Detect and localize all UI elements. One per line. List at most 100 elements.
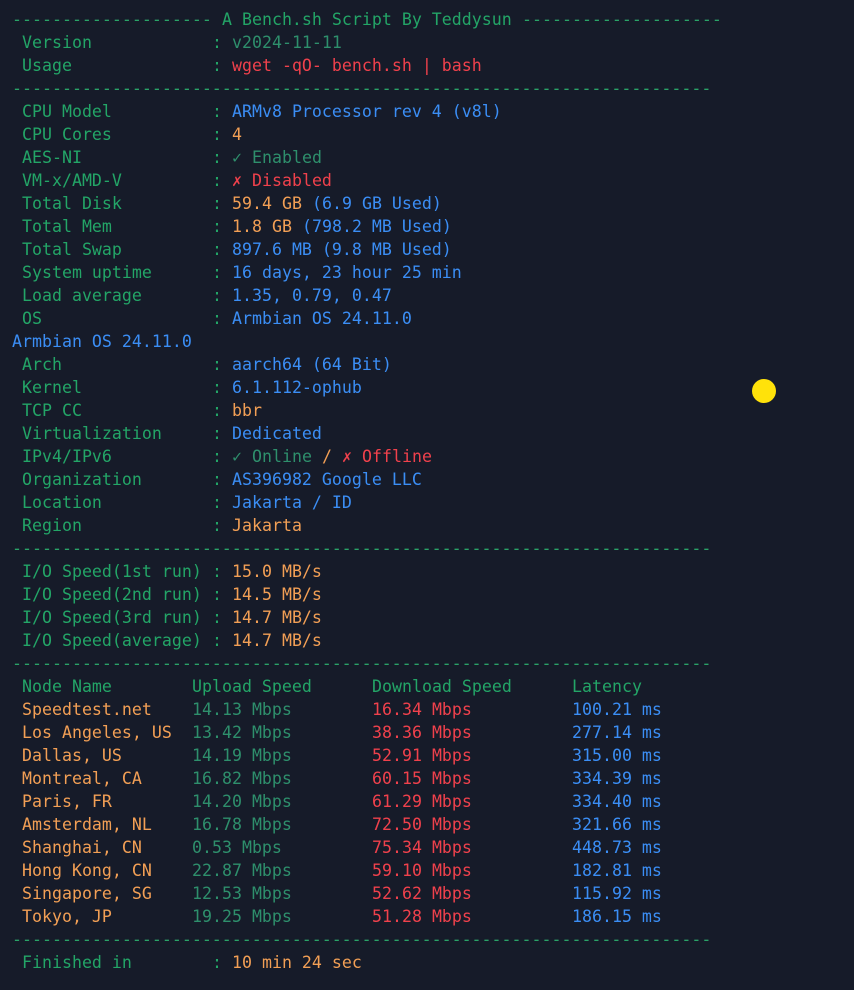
latency: 321.66 ms	[572, 815, 662, 834]
sys-row-kernel: Kernel : 6.1.112-ophub	[0, 376, 854, 399]
node-name: Shanghai, CN	[22, 838, 142, 857]
latency: 277.14 ms	[572, 723, 662, 742]
sys-row-mem: Total Mem : 1.8 GB (798.2 MB Used)	[0, 215, 854, 238]
divider-dashes: ----------------------------------------…	[12, 79, 712, 98]
kernel-label: Kernel	[22, 378, 82, 397]
upload-speed: 13.42 Mbps	[192, 723, 292, 742]
sys-row-org: Organization : AS396982 Google LLC	[0, 468, 854, 491]
io-run2-label: I/O Speed(2nd run)	[22, 585, 202, 604]
check-icon: ✓	[232, 447, 242, 466]
download-speed: 61.29 Mbps	[372, 792, 472, 811]
colon: :	[212, 263, 222, 282]
colon: :	[212, 493, 222, 512]
load-value: 1.35, 0.79, 0.47	[232, 286, 392, 305]
disk-used: (6.9 GB Used)	[312, 194, 442, 213]
virt-label: Virtualization	[22, 424, 162, 443]
node-name: Paris, FR	[22, 792, 112, 811]
download-speed: 52.62 Mbps	[372, 884, 472, 903]
colon: :	[212, 286, 222, 305]
sys-row-ip: IPv4/IPv6 : ✓ Online / ✗ Offline	[0, 445, 854, 468]
uptime-label: System uptime	[22, 263, 152, 282]
cursor-indicator	[752, 379, 776, 403]
colon: :	[212, 608, 222, 627]
node-name: Montreal, CA	[22, 769, 142, 788]
upload-speed: 14.20 Mbps	[192, 792, 292, 811]
speed-table-header: Node Name Upload Speed Download Speed La…	[0, 675, 854, 698]
upload-speed: 22.87 Mbps	[192, 861, 292, 880]
tcp-label: TCP CC	[22, 401, 82, 420]
download-speed: 38.36 Mbps	[372, 723, 472, 742]
node-name: Amsterdam, NL	[22, 815, 152, 834]
upload-speed: 14.13 Mbps	[192, 700, 292, 719]
latency: 315.00 ms	[572, 746, 662, 765]
download-speed: 16.34 Mbps	[372, 700, 472, 719]
colon: :	[212, 309, 222, 328]
upload-speed: 14.19 Mbps	[192, 746, 292, 765]
latency: 448.73 ms	[572, 838, 662, 857]
divider-dashes: ----------------------------------------…	[12, 539, 712, 558]
location-label: Location	[22, 493, 102, 512]
colon: :	[212, 171, 222, 190]
header-left-dashes: --------------------	[12, 10, 212, 29]
sys-row-swap: Total Swap : 897.6 MB (9.8 MB Used)	[0, 238, 854, 261]
disk-label: Total Disk	[22, 194, 122, 213]
sys-row-virt: Virtualization : Dedicated	[0, 422, 854, 445]
disk-value: 59.4 GB	[232, 194, 302, 213]
io-run1-label: I/O Speed(1st run)	[22, 562, 202, 581]
node-name: Speedtest.net	[22, 700, 152, 719]
uptime-value: 16 days, 23 hour 25 min	[232, 263, 462, 282]
sys-row-vmx: VM-x/AMD-V : ✗ Disabled	[0, 169, 854, 192]
col-latency: Latency	[572, 677, 642, 696]
col-node-name: Node Name	[22, 677, 112, 696]
upload-speed: 0.53 Mbps	[192, 838, 282, 857]
colon: :	[212, 33, 222, 52]
upload-speed: 12.53 Mbps	[192, 884, 292, 903]
mem-used: (798.2 MB Used)	[302, 217, 452, 236]
region-label: Region	[22, 516, 82, 535]
sys-row-load: Load average : 1.35, 0.79, 0.47	[0, 284, 854, 307]
node-name: Tokyo, JP	[22, 907, 112, 926]
version-value: v2024-11-11	[232, 33, 342, 52]
download-speed: 51.28 Mbps	[372, 907, 472, 926]
download-speed: 52.91 Mbps	[372, 746, 472, 765]
info-row-usage: Usage : wget -qO- bench.sh | bash	[0, 54, 854, 77]
divider: ----------------------------------------…	[0, 928, 854, 951]
io-run2-value: 14.5 MB/s	[232, 585, 322, 604]
table-row: Speedtest.net 14.13 Mbps 16.34 Mbps 100.…	[0, 698, 854, 721]
latency: 186.15 ms	[572, 907, 662, 926]
colon: :	[212, 470, 222, 489]
colon: :	[212, 148, 222, 167]
os-label: OS	[22, 309, 42, 328]
io-run3-label: I/O Speed(3rd run)	[22, 608, 202, 627]
finished-value: 10 min 24 sec	[232, 953, 362, 972]
io-run3-value: 14.7 MB/s	[232, 608, 322, 627]
colon: :	[212, 240, 222, 259]
node-name: Los Angeles, US	[22, 723, 172, 742]
col-upload-speed: Upload Speed	[192, 677, 312, 696]
arch-value: aarch64 (64 Bit)	[232, 355, 392, 374]
table-row: Shanghai, CN 0.53 Mbps 75.34 Mbps 448.73…	[0, 836, 854, 859]
table-row: Montreal, CA 16.82 Mbps 60.15 Mbps 334.3…	[0, 767, 854, 790]
cross-icon: ✗	[342, 447, 352, 466]
sys-row-os: OS : Armbian OS 24.11.0	[0, 307, 854, 330]
vmx-label: VM-x/AMD-V	[22, 171, 122, 190]
kernel-value: 6.1.112-ophub	[232, 378, 362, 397]
cpu-cores-value: 4	[232, 125, 242, 144]
colon: :	[212, 401, 222, 420]
table-row: Singapore, SG 12.53 Mbps 52.62 Mbps 115.…	[0, 882, 854, 905]
upload-speed: 16.78 Mbps	[192, 815, 292, 834]
finished-label: Finished in	[22, 953, 132, 972]
divider-dashes: ----------------------------------------…	[12, 654, 712, 673]
terminal-window: -------------------- A Bench.sh Script B…	[0, 0, 854, 990]
footer-row-finished: Finished in : 10 min 24 sec	[0, 951, 854, 974]
colon: :	[212, 516, 222, 535]
colon: :	[212, 56, 222, 75]
load-label: Load average	[22, 286, 142, 305]
download-speed: 72.50 Mbps	[372, 815, 472, 834]
check-icon: ✓	[232, 148, 242, 167]
sys-row-os-wrap: Armbian OS 24.11.0	[0, 330, 854, 353]
sys-row-location: Location : Jakarta / ID	[0, 491, 854, 514]
tcp-value: bbr	[232, 401, 262, 420]
mem-value: 1.8 GB	[232, 217, 292, 236]
node-name: Hong Kong, CN	[22, 861, 152, 880]
